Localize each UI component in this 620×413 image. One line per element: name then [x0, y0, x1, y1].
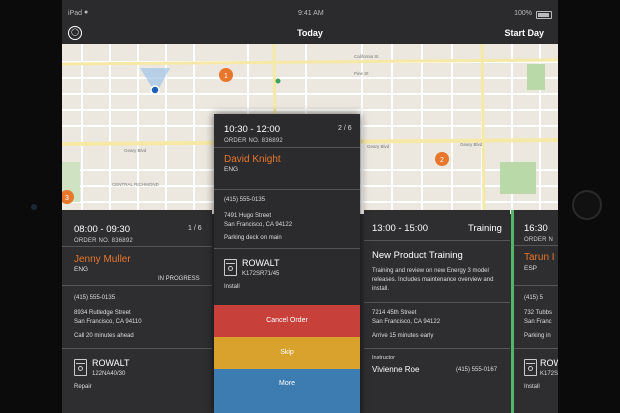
- product-name: ROWALT: [92, 358, 130, 368]
- address-line-2: San Francisco, CA 94122: [372, 319, 441, 325]
- map-marker-2-label: 2: [440, 157, 444, 164]
- more-button[interactable]: More: [214, 369, 360, 413]
- card-count: 1 / 6: [188, 225, 202, 232]
- map-poi-icon: [275, 78, 281, 84]
- street-label: Pine St: [354, 71, 369, 76]
- appointment-card-3[interactable]: 16:30 ORDER N Tarun I ESP (415) 5 732 Tu…: [514, 210, 558, 413]
- address-line-2: San Francisco, CA 94122: [224, 222, 293, 228]
- carrier-label: iPad: [68, 10, 83, 17]
- status-time: 9:41 AM: [298, 10, 324, 17]
- appliance-icon: [224, 259, 237, 276]
- card-time: 16:30: [524, 223, 548, 234]
- appointment-popup-2[interactable]: 10:30 - 12:00 2 / 6 ORDER NO. 836892 Dav…: [214, 114, 360, 413]
- address-line-1: 7491 Hugo Street: [224, 213, 272, 219]
- street-label: California St: [354, 54, 379, 59]
- customer-phone[interactable]: (415) 555-0135: [74, 294, 115, 303]
- map-marker-1-label: 1: [224, 73, 228, 80]
- street-label: Geary Blvd: [124, 148, 147, 153]
- instructor-phone[interactable]: (415) 555-0167: [456, 366, 497, 375]
- order-number: ORDER NO. 836892: [74, 238, 133, 244]
- customer-name: Jenny Muller: [74, 254, 131, 265]
- training-card[interactable]: 13:00 - 15:00 Training New Product Train…: [364, 210, 510, 413]
- street-label: Geary Blvd: [367, 144, 390, 149]
- appointment-note: Arrive 15 minutes early: [372, 333, 434, 339]
- instructor-name: Vivienne Roe: [372, 365, 420, 374]
- appointment-card-1[interactable]: 08:00 - 09:30 1 / 6 ORDER NO. 836892 Jen…: [62, 210, 212, 413]
- customer-name: Tarun I: [524, 252, 555, 263]
- order-number: ORDER NO. 836892: [224, 138, 283, 144]
- ipad-screen: iPad ● 9:41 AM 100% ◯ Today Start Day 1 …: [62, 0, 558, 413]
- task-type: Repair: [74, 384, 92, 390]
- product-model: K172SR71/45: [242, 271, 280, 277]
- task-type: Install: [224, 284, 240, 290]
- address-line-1: 7214 45th Street: [372, 310, 417, 316]
- appointment-note: Parking deck on main: [224, 235, 282, 241]
- appliance-icon: [74, 359, 87, 376]
- nav-bar: ◯ Today Start Day: [62, 22, 558, 44]
- address-line-2: San Francisco, CA 94110: [74, 319, 142, 325]
- card-count: 2 / 6: [338, 125, 352, 132]
- product-name: ROW: [540, 358, 558, 368]
- status-badge: IN PROGRESS: [158, 276, 200, 282]
- page-title: Today: [297, 28, 323, 38]
- ipad-bezel-right: [558, 0, 620, 413]
- appointment-note: Parking in: [524, 333, 551, 339]
- neighborhood-label: CENTRAL RICHMOND: [112, 182, 160, 187]
- battery-icon: [536, 11, 552, 19]
- appliance-icon: [524, 359, 537, 376]
- event-type: Training: [468, 223, 502, 234]
- training-description: Training and review on new Energy 3 mode…: [372, 268, 494, 292]
- camera-icon: [31, 204, 37, 210]
- instructor-label: Instructor: [372, 355, 395, 361]
- customer-language: ENG: [74, 266, 89, 273]
- start-day-button[interactable]: Start Day: [504, 28, 544, 38]
- training-title: New Product Training: [372, 250, 463, 261]
- task-type: Install: [524, 384, 540, 390]
- current-location-icon: [150, 85, 160, 95]
- address-line-1: 8934 Rutledge Street: [74, 310, 131, 316]
- skip-button[interactable]: Skip: [214, 337, 360, 369]
- customer-language: ESP: [524, 265, 538, 272]
- product-model: K172S: [540, 371, 558, 377]
- card-time: 13:00 - 15:00: [372, 223, 428, 234]
- status-bar: iPad ● 9:41 AM 100%: [62, 8, 558, 20]
- product-model: 122NA40/30: [92, 371, 126, 377]
- address-line-2: San Franc: [524, 319, 552, 325]
- address-line-1: 732 Tubbs: [524, 310, 553, 316]
- customer-phone[interactable]: (415) 555-0135: [224, 196, 265, 205]
- battery-percent: 100%: [514, 10, 532, 17]
- order-number: ORDER N: [524, 237, 554, 243]
- wifi-icon: ●: [84, 9, 89, 16]
- product-name: ROWALT: [242, 258, 280, 268]
- map-marker-3-label: 3: [65, 195, 69, 202]
- appointment-note: Call 20 minutes ahead: [74, 333, 134, 339]
- customer-name: David Knight: [224, 154, 281, 165]
- card-time: 08:00 - 09:30: [74, 224, 130, 235]
- customer-language: ENG: [224, 166, 239, 173]
- ipad-bezel-left: [0, 0, 62, 413]
- street-label: Geary Blvd: [460, 142, 483, 147]
- card-time: 10:30 - 12:00: [224, 124, 280, 135]
- home-button[interactable]: [572, 190, 602, 220]
- cancel-order-button[interactable]: Cancel Order: [214, 305, 360, 337]
- customer-phone[interactable]: (415) 5: [524, 294, 543, 303]
